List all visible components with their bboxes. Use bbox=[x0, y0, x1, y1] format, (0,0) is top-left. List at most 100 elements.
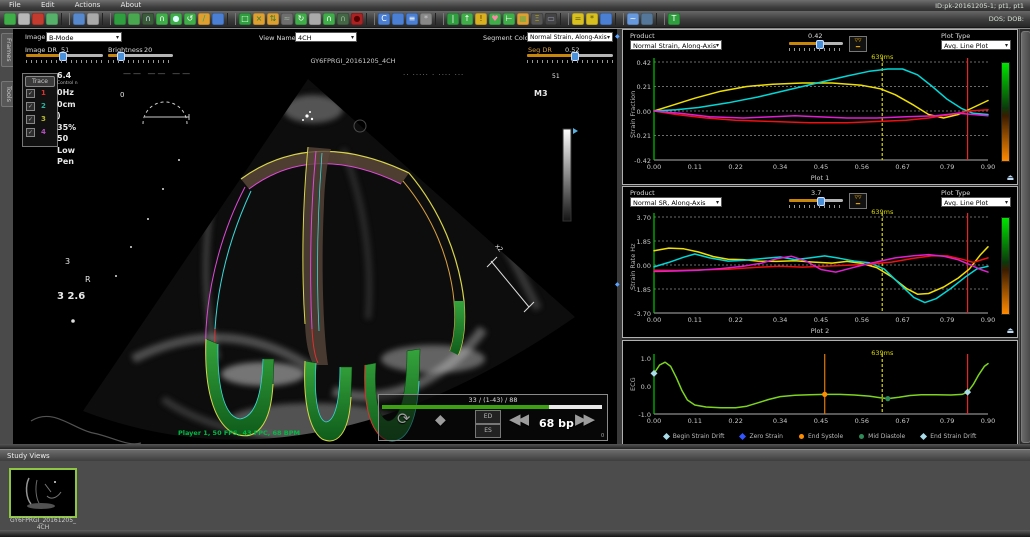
image-dr-slider[interactable] bbox=[26, 52, 103, 63]
splitter-handle-icon[interactable]: ◆ bbox=[615, 33, 620, 40]
slider-ticks bbox=[789, 48, 843, 51]
layout-tool-icon[interactable] bbox=[128, 13, 140, 25]
legend-item: Mid Diastole bbox=[859, 433, 905, 440]
menu-file[interactable]: File bbox=[0, 0, 30, 11]
product-dropdown[interactable]: ▾ Normal Strain, Along-Axis bbox=[630, 40, 722, 50]
funnel-warning-icon[interactable]: ! bbox=[475, 13, 487, 25]
image-mode-dropdown[interactable]: ▾ B-Mode bbox=[46, 32, 122, 42]
text-tool-icon[interactable]: T bbox=[668, 13, 680, 25]
trace-checkbox-2[interactable]: ✓ bbox=[26, 101, 35, 111]
marker-time-label: 639ms bbox=[871, 53, 894, 61]
screen-dim-icon[interactable]: ▭ bbox=[545, 13, 557, 25]
scales-dim-icon[interactable]: Ξ bbox=[531, 13, 543, 25]
close-study-icon[interactable] bbox=[32, 13, 44, 25]
x-tick-label: 0.67 bbox=[895, 163, 910, 171]
rewind-icon[interactable]: ◀◀ bbox=[509, 410, 529, 428]
x-tick-label: 0.45 bbox=[813, 316, 829, 324]
loop-icon[interactable]: ⟳ bbox=[397, 409, 410, 428]
magnet-off-icon[interactable]: ∩ bbox=[142, 13, 154, 25]
refresh-frames-icon[interactable]: ⇅ bbox=[267, 13, 279, 25]
product-dropdown[interactable]: ▾ Normal SR, Along-Axis bbox=[630, 197, 722, 207]
menu-about[interactable]: About bbox=[112, 0, 151, 11]
vertical-scrollbar[interactable] bbox=[1019, 29, 1030, 445]
favorite-heart-icon[interactable]: ♥ bbox=[489, 13, 501, 25]
plot1-panel: Product ▾ Normal Strain, Along-Axis 0.42… bbox=[622, 29, 1018, 185]
trace-button[interactable]: Trace bbox=[25, 76, 55, 87]
threshold-value: 0.42 bbox=[808, 32, 823, 40]
scrollbar-thumb[interactable] bbox=[1021, 31, 1030, 443]
region-box-icon[interactable]: □ bbox=[239, 13, 251, 25]
arrow-up-icon[interactable]: ↑ bbox=[461, 13, 473, 25]
seg-dr-slider[interactable] bbox=[527, 52, 613, 63]
trace-checkbox-1[interactable]: ✓ bbox=[26, 88, 35, 98]
asterisk-tool-icon[interactable]: * bbox=[586, 13, 598, 25]
gear-dim-icon[interactable]: * bbox=[420, 13, 432, 25]
eject-icon[interactable]: ⏏ bbox=[1006, 174, 1014, 182]
threshold-slider[interactable] bbox=[789, 197, 843, 208]
knife-tool-icon[interactable] bbox=[309, 13, 321, 25]
plot-type-dropdown[interactable]: ▾ Avg. Line Plot bbox=[941, 40, 1011, 50]
study-thumbnail[interactable] bbox=[9, 468, 77, 518]
magnet-dim-icon[interactable]: ∩ bbox=[337, 13, 349, 25]
fullscreen-icon[interactable]: × bbox=[253, 13, 265, 25]
history-tool-icon[interactable]: ↺ bbox=[184, 13, 196, 25]
export-study-icon[interactable] bbox=[46, 13, 58, 25]
magnet-on-icon[interactable]: ∩ bbox=[156, 13, 168, 25]
record-icon[interactable]: ● bbox=[351, 13, 363, 25]
edit-trace-icon[interactable]: / bbox=[198, 13, 210, 25]
legend-item: Zero Strain bbox=[739, 432, 783, 441]
list-view-icon[interactable]: ≡ bbox=[406, 13, 418, 25]
menu-edit[interactable]: Edit bbox=[32, 0, 64, 11]
x-tick-label: 0.56 bbox=[854, 163, 870, 171]
magnet-strong-icon[interactable]: ∩ bbox=[323, 13, 335, 25]
ecg-svg bbox=[650, 354, 989, 415]
plot-1-svg bbox=[653, 58, 989, 161]
report-icon[interactable] bbox=[73, 13, 85, 25]
open-study-icon[interactable] bbox=[4, 13, 16, 25]
snapshot-dim-icon[interactable] bbox=[641, 13, 653, 25]
target-tool-icon[interactable]: ● bbox=[170, 13, 182, 25]
adjust-lines-icon[interactable]: = bbox=[572, 13, 584, 25]
grid-active-icon[interactable]: ▦ bbox=[517, 13, 529, 25]
scale-zero-label: 0 bbox=[120, 91, 125, 99]
legend-label: End Strain Drift bbox=[930, 433, 977, 440]
fast-forward-icon[interactable]: ▶▶ bbox=[575, 410, 595, 428]
cloud-tool-icon[interactable]: ~ bbox=[627, 13, 639, 25]
view-name-dropdown[interactable]: ▾ 4CH bbox=[295, 32, 357, 42]
player-progress-bar[interactable] bbox=[382, 405, 602, 409]
trace-row: ✓ 2 bbox=[26, 101, 54, 111]
marker-line-icon[interactable]: | bbox=[447, 13, 459, 25]
strain-colorbar bbox=[1001, 217, 1010, 315]
splitter-handle-icon[interactable]: ◆ bbox=[615, 281, 620, 288]
circle-icon bbox=[798, 434, 804, 439]
brightness-slider[interactable] bbox=[108, 52, 173, 63]
save-study-icon[interactable] bbox=[18, 13, 30, 25]
scales-icon[interactable]: ▿▿ ━ bbox=[849, 36, 867, 52]
ruler-tool-icon[interactable]: ⊢ bbox=[503, 13, 515, 25]
table-tool-icon[interactable] bbox=[114, 13, 126, 25]
window-view-icon[interactable] bbox=[392, 13, 404, 25]
plot-type-dropdown[interactable]: ▾ Avg. Line Plot bbox=[941, 197, 1011, 207]
es-button[interactable]: ES bbox=[475, 424, 501, 438]
trace-checkbox-3[interactable]: ✓ bbox=[26, 114, 35, 124]
settings-wrench-icon[interactable] bbox=[87, 13, 99, 25]
trace-checkbox-4[interactable]: ✓ bbox=[26, 127, 35, 137]
eject-icon[interactable]: ⏏ bbox=[1006, 327, 1014, 335]
rotate-tool-icon[interactable]: ↻ bbox=[295, 13, 307, 25]
threshold-slider[interactable] bbox=[789, 40, 843, 51]
puzzle-tool-icon[interactable] bbox=[600, 13, 612, 25]
segment-color-dropdown[interactable]: ▾ Normal Strain, Along-Axis bbox=[527, 32, 613, 42]
x-tick-label: 0.34 bbox=[772, 417, 788, 425]
direction-diamond-icon[interactable]: ◆ bbox=[435, 412, 446, 428]
database-icon[interactable] bbox=[212, 13, 224, 25]
us-readout-line: ) bbox=[57, 111, 61, 120]
ed-button[interactable]: ED bbox=[475, 410, 501, 424]
x-tick-label: 0.22 bbox=[728, 163, 743, 171]
scales-icon[interactable]: ▿▿ ━ bbox=[849, 193, 867, 209]
arrows-dim-icon[interactable]: ≈ bbox=[281, 13, 293, 25]
compass-icon[interactable]: C bbox=[378, 13, 390, 25]
legend-label: Mid Diastole bbox=[868, 433, 906, 440]
menu-actions[interactable]: Actions bbox=[66, 0, 110, 11]
ultrasound-image[interactable] bbox=[13, 29, 617, 445]
diamond-icon bbox=[662, 432, 670, 441]
